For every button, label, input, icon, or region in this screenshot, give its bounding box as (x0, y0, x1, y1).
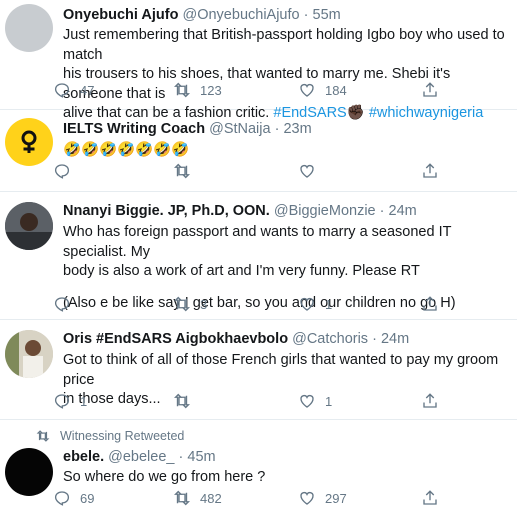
tweet-actions: 69 482 297 (53, 489, 453, 509)
tweet-text: Just remembering that British-passport h… (63, 26, 511, 124)
tweet[interactable]: IELTS Writing Coach @StNaija · 23m 🤣🤣🤣🤣🤣… (0, 110, 517, 192)
share-icon (423, 82, 437, 97)
retweet-button[interactable]: 3 (173, 295, 207, 313)
reply-button[interactable]: 47 (53, 81, 94, 99)
reply-icon (54, 297, 70, 312)
author-handle[interactable]: @OnyebuchiAjufo (183, 7, 300, 23)
profile-photo (5, 202, 53, 250)
heart-icon (300, 297, 314, 311)
share-icon (423, 296, 437, 311)
tweet-time[interactable]: 24m (389, 203, 417, 219)
retweet-button[interactable]: 482 (173, 489, 222, 507)
share-button[interactable] (421, 489, 439, 507)
tweet-text-line: body is also a work of art and I'm very … (63, 263, 420, 279)
heart-icon (300, 491, 314, 505)
reply-icon (54, 164, 70, 179)
author-name[interactable]: Nnanyi Biggie. JP, Ph.D, OON. (63, 203, 270, 219)
retweet-count: 3 (200, 296, 208, 312)
like-count: 1 (325, 296, 333, 312)
separator: · (178, 449, 184, 465)
reply-count: 47 (80, 82, 95, 98)
tweet-actions: 47 123 184 (53, 81, 453, 101)
tweet-time[interactable]: 24m (381, 331, 409, 347)
tweet[interactable]: Oris #EndSARS Aigbokhaevbolo @Catchoris … (0, 320, 517, 420)
reply-icon (54, 394, 70, 409)
reply-icon (54, 491, 70, 506)
avatar[interactable] (5, 202, 53, 250)
tweet[interactable]: ebele. @ebelee_ · 45m So where do we go … (0, 420, 517, 516)
retweet-icon (173, 490, 191, 506)
reply-button[interactable]: 69 (53, 489, 94, 507)
reply-button[interactable]: 1 (53, 392, 87, 410)
retweet-count: 482 (200, 490, 222, 506)
share-button[interactable] (421, 81, 439, 99)
author-name[interactable]: Oris #EndSARS Aigbokhaevbolo (63, 331, 288, 347)
like-button[interactable]: 1 (298, 295, 332, 313)
tweet-actions: 1 1 (53, 392, 453, 412)
profile-photo (5, 330, 53, 378)
logo-icon (21, 130, 37, 153)
tweet-time[interactable]: 45m (187, 449, 215, 465)
tweet[interactable]: Onyebuchi Ajufo @OnyebuchiAjufo · 55m Ju… (0, 0, 517, 121)
separator: · (274, 121, 280, 137)
retweet-icon (173, 163, 191, 179)
author-handle[interactable]: @StNaija (209, 121, 270, 137)
retweet-button[interactable] (173, 392, 200, 410)
like-button[interactable]: 184 (298, 81, 347, 99)
like-button[interactable]: 297 (298, 489, 347, 507)
reply-button[interactable] (53, 162, 80, 180)
retweet-icon (173, 82, 191, 98)
separator: · (379, 203, 385, 219)
share-icon (423, 163, 437, 178)
avatar[interactable] (5, 448, 53, 496)
retweet-icon (173, 393, 191, 409)
share-button[interactable] (421, 295, 439, 313)
tweet-actions (53, 162, 453, 182)
share-button[interactable] (421, 162, 439, 180)
tweet-time[interactable]: 55m (313, 7, 341, 23)
author-handle[interactable]: @BiggieMonzie (274, 203, 376, 219)
reply-button[interactable] (53, 295, 80, 313)
author-handle[interactable]: @Catchoris (292, 331, 368, 347)
like-button[interactable] (298, 162, 325, 180)
share-icon (423, 393, 437, 408)
like-count: 1 (325, 393, 333, 409)
avatar[interactable] (5, 118, 53, 166)
reply-count: 69 (80, 490, 95, 506)
author-name[interactable]: ebele. (63, 449, 104, 465)
tweet-text: 🤣🤣🤣🤣🤣🤣🤣 (63, 142, 190, 158)
heart-icon (300, 164, 314, 178)
like-count: 184 (325, 82, 347, 98)
avatar[interactable] (5, 330, 53, 378)
author-name[interactable]: IELTS Writing Coach (63, 121, 205, 137)
tweet-text-line: Just remembering that British-passport h… (63, 27, 505, 63)
retweet-icon (173, 296, 191, 312)
tweet-text-line: Who has foreign passport and wants to ma… (63, 224, 452, 260)
like-button[interactable]: 1 (298, 392, 332, 410)
separator: · (303, 7, 309, 23)
reply-count: 1 (80, 393, 88, 409)
share-icon (423, 490, 437, 505)
retweet-button[interactable]: 123 (173, 81, 222, 99)
author-name[interactable]: Onyebuchi Ajufo (63, 7, 178, 23)
author-handle[interactable]: @ebelee_ (108, 449, 174, 465)
tweet[interactable]: Nnanyi Biggie. JP, Ph.D, OON. @BiggieMon… (0, 192, 517, 320)
tweet-text: So where do we go from here ? (63, 469, 266, 485)
tweet-actions: 3 1 (53, 295, 453, 315)
separator: · (372, 331, 377, 347)
share-button[interactable] (421, 392, 439, 410)
reply-icon (54, 83, 70, 98)
retweet-count: 123 (200, 82, 222, 98)
retweet-button[interactable] (173, 162, 200, 180)
tweet-time[interactable]: 23m (283, 121, 311, 137)
heart-icon (300, 83, 314, 97)
tweet-text-line: Got to think of all of those French girl… (63, 352, 499, 388)
avatar[interactable] (5, 4, 53, 52)
heart-icon (300, 394, 314, 408)
like-count: 297 (325, 490, 347, 506)
